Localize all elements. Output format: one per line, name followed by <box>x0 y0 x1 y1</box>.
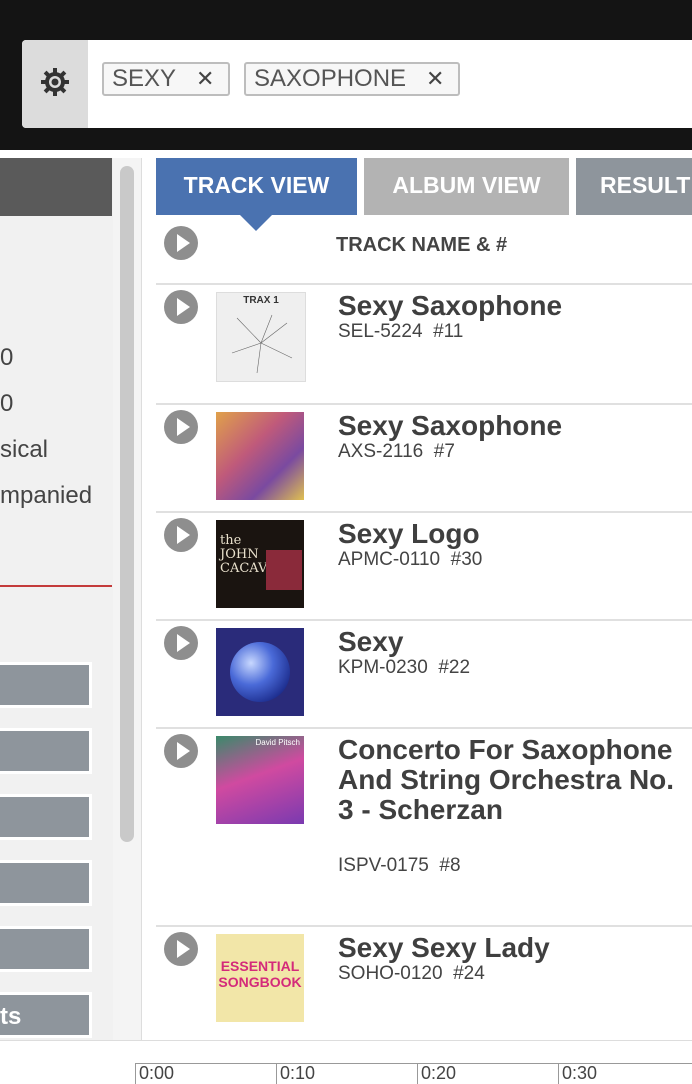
settings-button[interactable] <box>22 40 88 128</box>
search-bar[interactable]: SEXY ✕ SAXOPHONE ✕ <box>22 40 692 128</box>
sidebar-text: sical <box>0 436 49 463</box>
search-tag-label: SAXOPHONE <box>254 65 407 92</box>
track-code: SOHO-0120 #24 <box>338 963 485 984</box>
track-row[interactable]: Sexy Saxophone AXS-2116 #7 <box>156 403 692 513</box>
sidebar-header <box>0 158 112 216</box>
track-row[interactable]: David Pitsch Concerto For Saxophone And … <box>156 727 692 927</box>
track-list-header: TRACK NAME & # <box>156 215 692 285</box>
play-icon[interactable] <box>164 626 198 660</box>
timeline-label: 0:10 <box>280 1063 316 1083</box>
track-row[interactable]: the JOHN CACAVAS Sexy Logo APMC-0110 #30 <box>156 511 692 621</box>
album-cover-text: the JOHN CACAVAS <box>220 533 285 576</box>
search-tag-saxophone[interactable]: SAXOPHONE ✕ <box>244 62 460 96</box>
track-code: ISPV-0175 #8 <box>338 855 461 876</box>
album-cover[interactable]: TRAX 1 <box>216 292 306 382</box>
track-code: SEL-5224 #11 <box>338 321 464 342</box>
track-title[interactable]: Sexy Sexy Lady <box>338 933 678 963</box>
track-list: TRACK NAME & # TRAX 1 Sexy Saxophone SEL… <box>156 215 692 1040</box>
play-icon[interactable] <box>164 518 198 552</box>
track-code: APMC-0110 #30 <box>338 549 483 570</box>
scrollbar-track[interactable] <box>113 158 142 1040</box>
album-cover[interactable]: the JOHN CACAVAS <box>216 520 304 608</box>
track-row[interactable]: Sexy KPM-0230 #22 <box>156 619 692 729</box>
sidebar-text: mpanied <box>0 482 93 509</box>
sidebar-button-label: ts <box>0 1003 22 1030</box>
track-row[interactable]: TRAX 1 Sexy Saxophone SEL-5224 #11 <box>156 283 692 405</box>
album-cover[interactable] <box>216 628 304 716</box>
track-title[interactable]: Concerto For Saxophone And String Orches… <box>338 735 678 825</box>
tab-results[interactable]: RESULT <box>576 158 692 215</box>
globe-art <box>230 642 290 702</box>
timeline-label: 0:20 <box>421 1063 457 1083</box>
track-title[interactable]: Sexy Logo <box>338 519 678 549</box>
track-row[interactable]: ESSENTIAL SONGBOOK Sexy Sexy Lady SOHO-0… <box>156 925 692 1040</box>
album-cover[interactable]: David Pitsch <box>216 736 304 824</box>
sidebar-button[interactable] <box>0 728 92 774</box>
search-tag-label: SEXY <box>112 65 177 92</box>
tab-album-view[interactable]: ALBUM VIEW <box>364 158 569 215</box>
play-icon[interactable] <box>164 932 198 966</box>
sidebar-button[interactable] <box>0 662 92 708</box>
track-code: KPM-0230 #22 <box>338 657 471 678</box>
play-all-icon[interactable] <box>164 226 198 260</box>
column-header-track-name: TRACK NAME & # <box>336 234 508 256</box>
album-cover[interactable] <box>216 412 304 500</box>
close-icon[interactable]: ✕ <box>196 64 214 94</box>
track-title[interactable]: Sexy Saxophone <box>338 291 678 321</box>
gear-icon <box>39 66 71 103</box>
top-bar: SEXY ✕ SAXOPHONE ✕ <box>0 0 692 150</box>
close-icon[interactable]: ✕ <box>426 64 444 94</box>
album-cover-text: ESSENTIAL SONGBOOK <box>218 958 302 990</box>
album-cover[interactable]: ESSENTIAL SONGBOOK <box>216 934 304 1022</box>
timeline-label: 0:00 <box>139 1063 175 1083</box>
sidebar-text: 0 <box>0 390 14 417</box>
tab-track-view[interactable]: TRACK VIEW <box>156 158 357 215</box>
sidebar-button[interactable] <box>0 860 92 906</box>
waveform-timeline[interactable]: 0:00 0:10 0:20 0:30 <box>0 1040 692 1084</box>
sidebar-divider <box>0 585 112 587</box>
left-sidebar: 0 0 sical mpanied ts <box>0 158 113 1040</box>
sidebar-button[interactable]: ts <box>0 992 92 1038</box>
album-cover-text: David Pitsch <box>255 738 300 747</box>
scrollbar-thumb[interactable] <box>120 166 134 842</box>
play-icon[interactable] <box>164 290 198 324</box>
timeline-label: 0:30 <box>562 1063 598 1083</box>
search-tag-sexy[interactable]: SEXY ✕ <box>102 62 230 96</box>
play-icon[interactable] <box>164 734 198 768</box>
album-cover-art <box>266 550 302 590</box>
track-title[interactable]: Sexy <box>338 627 678 657</box>
sidebar-button[interactable] <box>0 794 92 840</box>
track-code: AXS-2116 #7 <box>338 441 455 462</box>
album-cover-art <box>231 314 293 374</box>
sidebar-text: 0 <box>0 344 14 371</box>
play-icon[interactable] <box>164 410 198 444</box>
track-title[interactable]: Sexy Saxophone <box>338 411 678 441</box>
sidebar-button[interactable] <box>0 926 92 972</box>
